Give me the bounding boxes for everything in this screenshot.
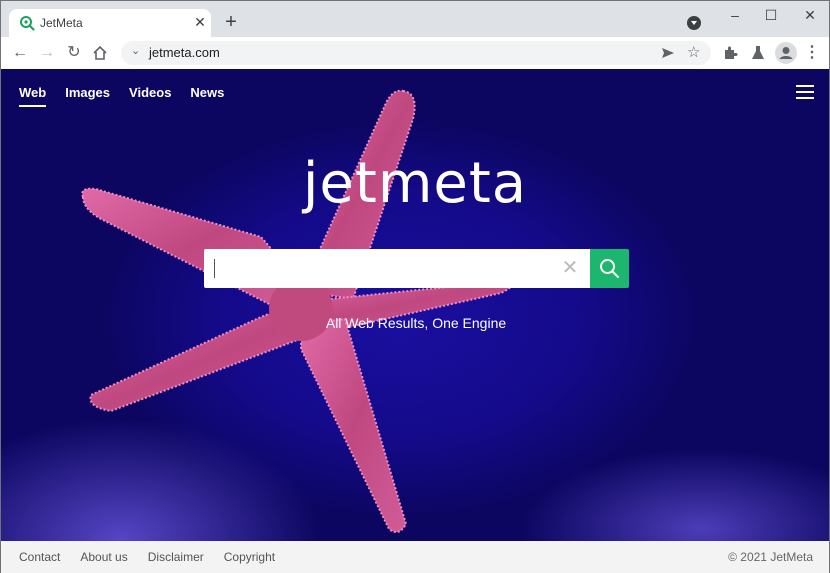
home-icon[interactable] — [92, 45, 108, 61]
send-icon[interactable] — [661, 46, 675, 60]
nav-tab-images[interactable]: Images — [65, 85, 110, 104]
reload-icon[interactable]: ↻ — [64, 43, 84, 63]
back-arrow-icon[interactable]: ← — [10, 43, 30, 63]
nav-tab-news[interactable]: News — [190, 85, 224, 104]
site-logo: jetmeta — [302, 151, 528, 216]
tab-search-icon[interactable] — [687, 16, 701, 30]
page-content: Web Images Videos News jetmeta ✕ All Web… — [1, 69, 829, 541]
footer-link-copyright[interactable]: Copyright — [224, 550, 275, 564]
profile-icon[interactable] — [775, 42, 797, 64]
footer-links: Contact About us Disclaimer Copyright — [19, 550, 275, 564]
nav-tab-videos[interactable]: Videos — [129, 85, 171, 104]
hamburger-icon[interactable] — [796, 85, 814, 99]
search-button[interactable] — [590, 249, 629, 288]
browser-tab[interactable]: JetMeta ✕ — [9, 9, 211, 37]
tab-title: JetMeta — [40, 16, 83, 30]
maximize-icon[interactable]: ☐ — [761, 5, 781, 25]
text-caret — [214, 259, 215, 278]
search-icon — [20, 16, 35, 31]
browser-toolbar: ← → ↻ ⌄ jetmeta.com ☆ ⋮ — [1, 37, 829, 69]
minimize-icon[interactable]: – — [725, 5, 745, 25]
copyright-text: © 2021 JetMeta — [728, 550, 813, 564]
clear-icon[interactable]: ✕ — [560, 258, 580, 278]
forward-arrow-icon[interactable]: → — [37, 43, 57, 63]
extensions-icon[interactable] — [722, 45, 738, 61]
magnifier-icon — [600, 259, 619, 278]
tab-strip: JetMeta ✕ + – ☐ ✕ — [1, 1, 829, 37]
footer-link-disclaimer[interactable]: Disclaimer — [148, 550, 204, 564]
address-bar[interactable]: ⌄ jetmeta.com ☆ — [121, 41, 711, 65]
browser-window: JetMeta ✕ + – ☐ ✕ ← → ↻ ⌄ jetmeta.com ☆ — [0, 0, 830, 573]
chevron-down-icon[interactable]: ⌄ — [131, 44, 140, 57]
starfish-background-image — [81, 89, 514, 534]
star-icon[interactable]: ☆ — [687, 43, 700, 61]
footer-link-contact[interactable]: Contact — [19, 550, 60, 564]
url-text[interactable]: jetmeta.com — [149, 45, 220, 60]
footer-link-about[interactable]: About us — [80, 550, 127, 564]
menu-kebab-icon[interactable]: ⋮ — [802, 43, 822, 63]
plus-icon[interactable]: + — [221, 12, 241, 32]
nav-tab-web[interactable]: Web — [19, 85, 47, 107]
tagline: All Web Results, One Engine — [325, 315, 507, 331]
close-icon[interactable]: ✕ — [192, 14, 208, 30]
search-category-nav: Web Images Videos News — [19, 85, 224, 107]
labs-icon[interactable] — [750, 45, 766, 61]
page-footer: Contact About us Disclaimer Copyright © … — [1, 541, 829, 573]
search-bar: ✕ — [204, 249, 629, 288]
window-close-icon[interactable]: ✕ — [800, 5, 820, 25]
search-input[interactable] — [204, 249, 590, 288]
